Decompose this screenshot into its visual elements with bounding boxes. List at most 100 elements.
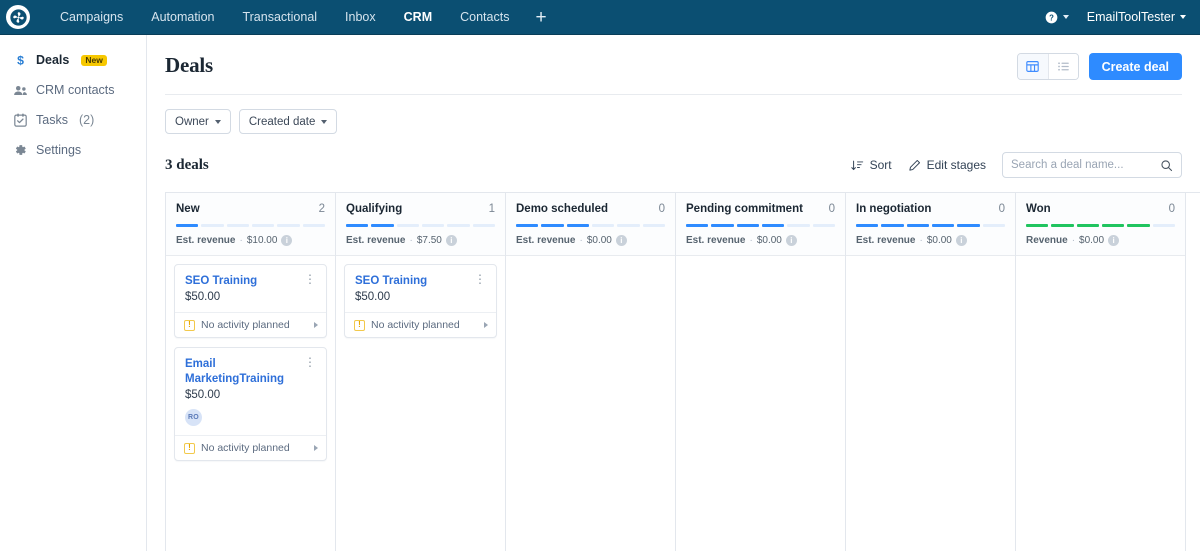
column-revenue: Est. revenue · $7.50 i <box>346 235 495 246</box>
column-card-list[interactable] <box>1016 256 1185 551</box>
deal-title-link[interactable]: Email MarketingTraining <box>185 357 303 386</box>
column-revenue: Est. revenue · $0.00 i <box>856 235 1005 246</box>
revenue-separator: · <box>239 235 242 246</box>
nav-item-inbox[interactable]: Inbox <box>331 0 390 35</box>
deal-card[interactable]: SEO Training ⋮ $50.00 ! No activity plan… <box>344 264 497 338</box>
sidebar-item-crm-contacts[interactable]: CRM contacts <box>0 75 146 105</box>
add-new-button[interactable]: + <box>523 1 558 34</box>
filter-created-date-dropdown[interactable]: Created date <box>239 109 338 134</box>
column-title: New <box>176 203 200 215</box>
sidebar-item-tasks[interactable]: Tasks (2) <box>0 105 146 135</box>
revenue-separator: · <box>409 235 412 246</box>
column-deal-count: 0 <box>659 203 665 215</box>
column-title: Demo scheduled <box>516 203 608 215</box>
sidebar-item-settings[interactable]: Settings <box>0 135 146 165</box>
column-header: In negotiation 0 Est. revenue · $0.00 i <box>846 193 1015 256</box>
chevron-right-icon[interactable] <box>484 322 488 328</box>
info-icon[interactable]: i <box>786 235 797 246</box>
nav-item-contacts[interactable]: Contacts <box>446 0 523 35</box>
deal-card-menu-icon[interactable]: ⋮ <box>303 357 317 367</box>
column-revenue: Revenue · $0.00 i <box>1026 235 1175 246</box>
column-deal-count: 0 <box>829 203 835 215</box>
stage-progress-segment <box>1077 224 1099 227</box>
task-check-icon <box>12 112 28 128</box>
stage-progress-segment <box>932 224 954 227</box>
info-icon[interactable]: i <box>1108 235 1119 246</box>
column-card-list[interactable]: SEO Training ⋮ $50.00 ! No activity plan… <box>336 256 505 551</box>
stage-progress-segment <box>252 224 274 227</box>
deal-activity-row[interactable]: ! No activity planned <box>175 312 326 337</box>
info-icon[interactable]: i <box>281 235 292 246</box>
kanban-board-icon[interactable] <box>1018 54 1048 79</box>
stage-progress-segment <box>397 224 419 227</box>
deal-card[interactable]: Email MarketingTraining ⋮ $50.00 RO ! No… <box>174 347 327 461</box>
account-name-label: EmailToolTester <box>1087 10 1175 24</box>
column-card-list[interactable] <box>846 256 1015 551</box>
column-card-list[interactable] <box>506 256 675 551</box>
stage-progress-segment <box>447 224 469 227</box>
revenue-label: Revenue <box>1026 235 1068 246</box>
deal-card-body: Email MarketingTraining ⋮ $50.00 RO <box>175 348 326 435</box>
filter-bar: Owner Created date <box>147 95 1200 134</box>
info-icon[interactable]: i <box>446 235 457 246</box>
board-column: Qualifying 1 Est. revenue · $7.50 i SEO … <box>336 193 506 551</box>
sidebar-tasks-count: (2) <box>79 113 94 127</box>
nav-item-automation[interactable]: Automation <box>137 0 228 35</box>
board-toolbar-right: Sort Edit stages <box>851 152 1182 178</box>
column-revenue: Est. revenue · $0.00 i <box>686 235 835 246</box>
column-revenue: Est. revenue · $0.00 i <box>516 235 665 246</box>
brevo-pinwheel-logo-icon[interactable] <box>6 5 30 29</box>
chevron-right-icon[interactable] <box>314 445 318 451</box>
revenue-label: Est. revenue <box>516 235 575 246</box>
stage-progress-segment <box>686 224 708 227</box>
deal-card-menu-icon[interactable]: ⋮ <box>303 274 317 284</box>
stage-progress-segment <box>711 224 733 227</box>
nav-item-crm[interactable]: CRM <box>390 0 446 35</box>
deal-title-link[interactable]: SEO Training <box>185 274 257 288</box>
search-input[interactable] <box>1011 159 1160 171</box>
deal-activity-row[interactable]: ! No activity planned <box>345 312 496 337</box>
deal-owner-avatar[interactable]: RO <box>185 409 202 426</box>
deal-activity-row[interactable]: ! No activity planned <box>175 435 326 460</box>
column-header: Qualifying 1 Est. revenue · $7.50 i <box>336 193 505 256</box>
column-header: Won 0 Revenue · $0.00 i <box>1016 193 1185 256</box>
create-deal-button[interactable]: Create deal <box>1089 53 1182 80</box>
sidebar-item-deals[interactable]: $ Deals New <box>0 45 146 75</box>
sidebar-new-badge: New <box>81 55 106 66</box>
stage-progress-track <box>1026 224 1175 227</box>
sort-button[interactable]: Sort <box>851 158 892 172</box>
deal-activity-label: No activity planned <box>201 442 290 454</box>
deal-card[interactable]: SEO Training ⋮ $50.00 ! No activity plan… <box>174 264 327 338</box>
nav-item-campaigns[interactable]: Campaigns <box>46 0 137 35</box>
warning-icon: ! <box>354 320 365 331</box>
column-deal-count: 0 <box>999 203 1005 215</box>
deal-title-link[interactable]: SEO Training <box>355 274 427 288</box>
info-icon[interactable]: i <box>956 235 967 246</box>
info-icon[interactable]: i <box>616 235 627 246</box>
deal-count-label: 3 deals <box>165 157 209 174</box>
column-card-list[interactable] <box>676 256 845 551</box>
column-card-list[interactable]: SEO Training ⋮ $50.00 ! No activity plan… <box>166 256 335 551</box>
main-content: Deals <box>147 35 1200 551</box>
svg-text:$: $ <box>17 53 24 67</box>
search-box[interactable] <box>1002 152 1182 178</box>
page-title: Deals <box>165 53 213 78</box>
deal-card-menu-icon[interactable]: ⋮ <box>473 274 487 284</box>
stage-progress-track <box>516 224 665 227</box>
account-menu[interactable]: EmailToolTester <box>1087 10 1186 24</box>
stage-progress-segment <box>1153 224 1175 227</box>
revenue-value: $7.50 <box>417 235 442 246</box>
filter-owner-dropdown[interactable]: Owner <box>165 109 231 134</box>
chevron-down-icon <box>1063 15 1069 19</box>
stage-progress-segment <box>176 224 198 227</box>
revenue-value: $0.00 <box>1079 235 1104 246</box>
stage-progress-segment <box>277 224 299 227</box>
column-revenue: Est. revenue · $10.00 i <box>176 235 325 246</box>
chevron-right-icon[interactable] <box>314 322 318 328</box>
help-menu[interactable]: ? <box>1045 11 1069 24</box>
nav-item-transactional[interactable]: Transactional <box>228 0 331 35</box>
search-icon[interactable] <box>1160 159 1173 172</box>
edit-stages-button[interactable]: Edit stages <box>908 158 986 172</box>
revenue-label: Est. revenue <box>856 235 915 246</box>
list-view-icon[interactable] <box>1048 54 1078 79</box>
